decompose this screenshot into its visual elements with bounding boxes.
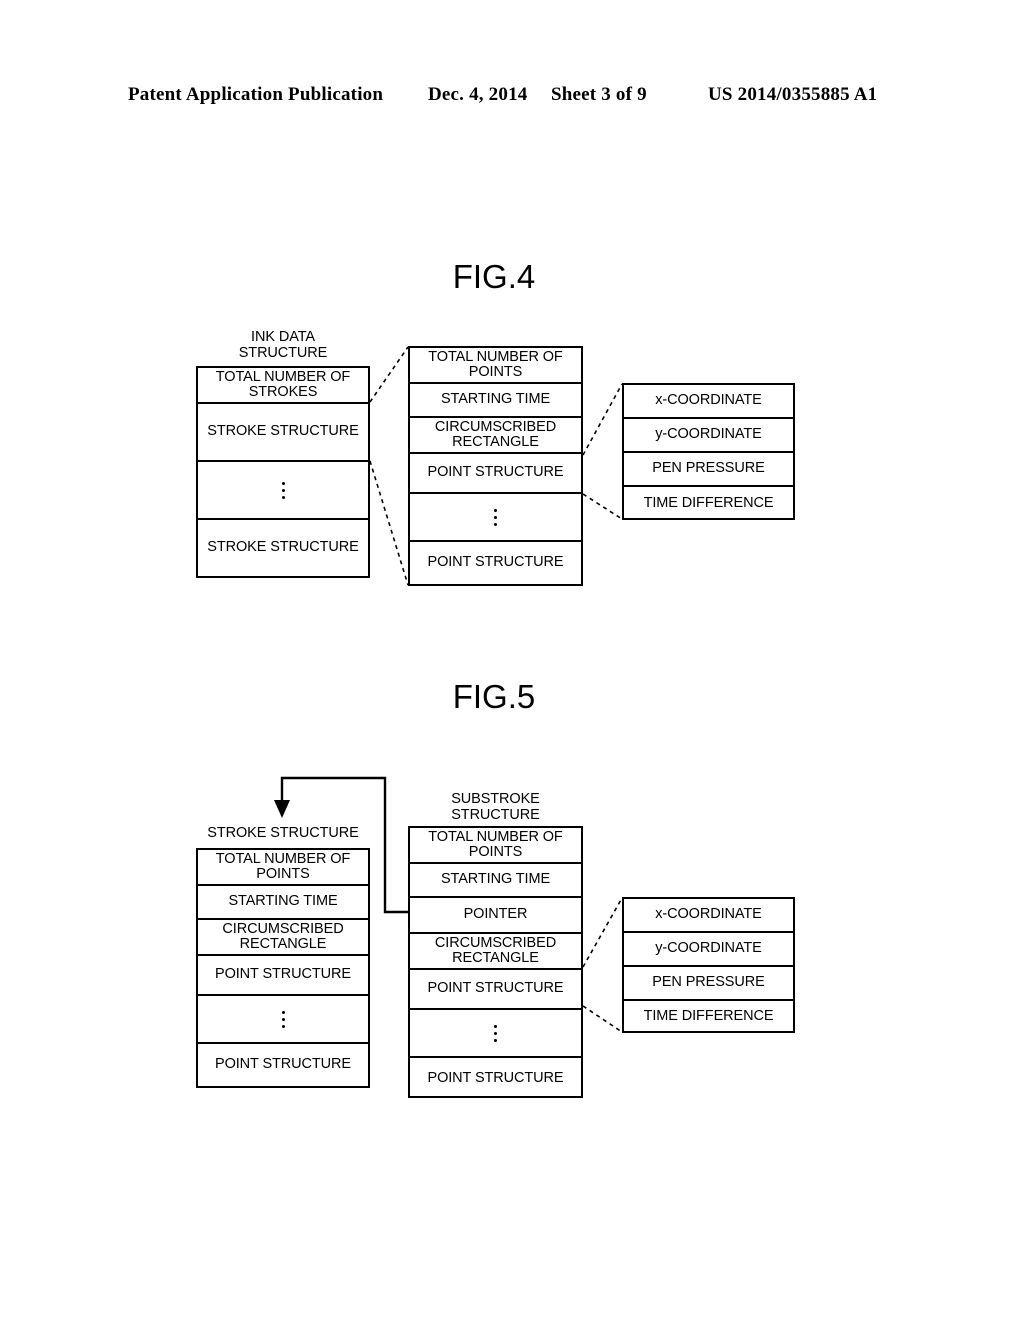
fig4-connector-point-bottom [582,493,623,520]
header-publication-label: Patent Application Publication [128,84,384,105]
fig5-row-circumscribed-rectangle: CIRCUMSCRIBED RECTANGLE [198,920,368,956]
fig4-row-point-structure-last: POINT STRUCTURE [427,554,564,571]
vertical-ellipsis-icon [494,505,497,530]
fig4-row-ellipsis-strokes [198,462,368,520]
fig4-stroke-structure-box: TOTAL NUMBER OF POINTS STARTING TIME CIR… [408,346,583,586]
fig4-connector-point-top [582,383,623,456]
fig5-row-point-structure-last: POINT STRUCTURE [215,1056,351,1073]
fig5-row-ellipsis-points [198,996,368,1044]
fig5-row-total-number-of-points: TOTAL NUMBER OF POINTS [198,850,368,886]
caption-ink-data-structure: INK DATA STRUCTURE [196,329,370,361]
fig5-sub-row-pointer: POINTER [410,898,581,934]
figure-title-fig5: FIG.5 [452,678,536,715]
patent-header: Patent Application Publication Dec. 4, 2… [0,84,1024,112]
connector-lines-overlay [274,346,623,1033]
fig5-sub-row-point-structure-first: POINT STRUCTURE [410,970,581,1010]
caption-ink-data-structure-line1: INK DATA [251,329,315,345]
fig4-ink-data-structure-box: TOTAL NUMBER OF STROKES STROKE STRUCTURE… [196,366,370,578]
figure-title-fig4: FIG.4 [452,258,536,295]
caption-substroke-structure-line1: SUBSTROKE [451,791,540,807]
fig5-sub-row-point-structure-last: POINT STRUCTURE [427,1070,564,1087]
fig4-connector-stroke-top [369,346,409,403]
fig5-row-x-coordinate: x-COORDINATE [624,899,793,933]
fig4-point-structure-box: x-COORDINATE y-COORDINATE PEN PRESSURE T… [622,383,795,520]
arrowhead-icon [274,800,290,818]
vertical-ellipsis-icon [494,1021,497,1046]
caption-substroke-structure-line2: STRUCTURE [451,806,540,823]
fig5-point-structure-box: x-COORDINATE y-COORDINATE PEN PRESSURE T… [622,897,795,1033]
caption-stroke-structure: STROKE STRUCTURE [207,825,359,841]
fig4-row-circumscribed-rectangle: CIRCUMSCRIBED RECTANGLE [410,418,581,454]
fig5-sub-row-total-number-of-points: TOTAL NUMBER OF POINTS [410,828,581,864]
fig5-row-y-coordinate: y-COORDINATE [624,933,793,967]
fig4-row-total-number-of-strokes: TOTAL NUMBER OF STROKES [198,368,368,404]
fig5-connector-point-bottom [582,1005,623,1033]
fig4-row-total-number-of-points: TOTAL NUMBER OF POINTS [410,348,581,384]
fig4-connector-stroke-bottom [369,460,409,586]
caption-ink-data-structure-line2: STRUCTURE [238,344,328,361]
fig5-row-pen-pressure: PEN PRESSURE [624,967,793,1001]
fig5-row-time-difference: TIME DIFFERENCE [643,1008,774,1025]
header-publication-number: US 2014/0355885 A1 [708,84,878,105]
vertical-ellipsis-icon [281,478,285,503]
fig4-row-stroke-structure-first: STROKE STRUCTURE [198,404,368,462]
caption-substroke-structure: SUBSTROKE STRUCTURE [408,791,583,823]
fig5-stroke-structure-box: TOTAL NUMBER OF POINTS STARTING TIME CIR… [196,848,370,1088]
fig4-row-time-difference: TIME DIFFERENCE [643,494,774,511]
fig5-sub-row-starting-time: STARTING TIME [410,864,581,898]
fig4-row-x-coordinate: x-COORDINATE [624,385,793,419]
fig5-sub-row-ellipsis-points [410,1010,581,1058]
vertical-ellipsis-icon [281,1007,285,1032]
fig5-row-point-structure-first: POINT STRUCTURE [198,956,368,996]
header-sheet-label: Sheet 3 of 9 [551,84,647,105]
fig5-connector-point-top [582,897,623,968]
fig5-row-starting-time: STARTING TIME [198,886,368,920]
fig5-sub-row-circumscribed-rectangle: CIRCUMSCRIBED RECTANGLE [410,934,581,970]
fig4-row-starting-time: STARTING TIME [410,384,581,418]
fig4-row-y-coordinate: y-COORDINATE [624,419,793,453]
fig4-row-point-structure-first: POINT STRUCTURE [410,454,581,494]
header-date-label: Dec. 4, 2014 [428,84,528,105]
fig4-row-stroke-structure-last: STROKE STRUCTURE [207,539,359,556]
fig5-substroke-structure-box: TOTAL NUMBER OF POINTS STARTING TIME POI… [408,826,583,1098]
fig4-row-ellipsis-points [410,494,581,542]
fig4-row-pen-pressure: PEN PRESSURE [624,453,793,487]
